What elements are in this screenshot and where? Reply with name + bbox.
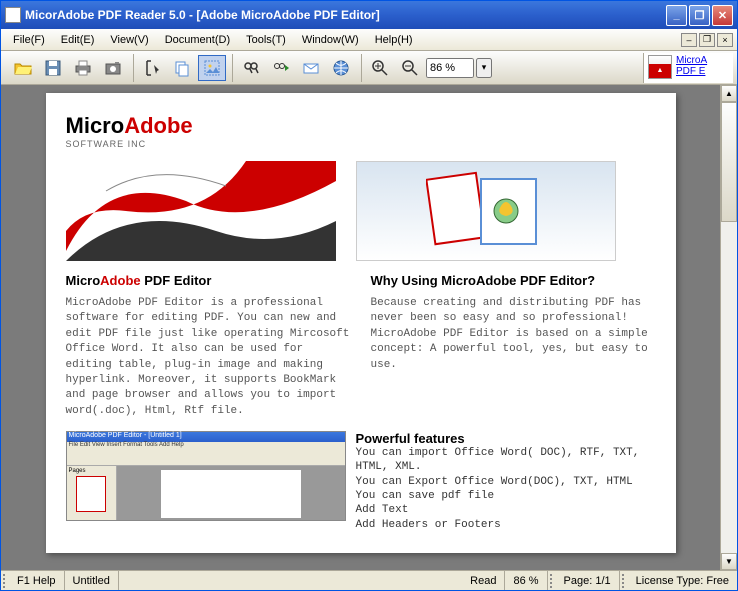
image-select-button[interactable] bbox=[198, 55, 226, 81]
brand-logo: MicroAdobe bbox=[66, 113, 656, 139]
sub-close-button[interactable]: × bbox=[717, 33, 733, 47]
right-column: Why Using MicroAdobe PDF Editor? Because… bbox=[371, 273, 656, 419]
mini-screenshot: MicroAdobe PDF Editor - [Untitled 1] Fil… bbox=[66, 431, 346, 521]
status-grip bbox=[550, 574, 554, 588]
left-column: MicroAdobe PDF Editor MicroAdobe PDF Edi… bbox=[66, 273, 351, 419]
close-button[interactable]: ✕ bbox=[712, 5, 733, 26]
scroll-thumb[interactable] bbox=[721, 102, 737, 222]
content-area: MicroAdobe SOFTWARE INC bbox=[1, 85, 737, 570]
menu-document[interactable]: Document(D) bbox=[157, 32, 238, 48]
web-button[interactable] bbox=[327, 55, 355, 81]
scroll-down-button[interactable]: ▼ bbox=[721, 553, 737, 570]
status-mode: Read bbox=[462, 571, 505, 590]
left-body-text: MicroAdobe PDF Editor is a professional … bbox=[66, 296, 351, 419]
print-button[interactable] bbox=[69, 55, 97, 81]
maximize-button[interactable]: ❐ bbox=[689, 5, 710, 26]
zoom-in-button[interactable] bbox=[366, 55, 394, 81]
menu-help[interactable]: Help(H) bbox=[367, 32, 421, 48]
status-license: License Type: Free bbox=[628, 571, 737, 590]
zoom-dropdown-button[interactable]: ▾ bbox=[476, 58, 492, 78]
right-body-text: Because creating and distributing PDF ha… bbox=[371, 296, 656, 373]
status-document: Untitled bbox=[65, 571, 119, 590]
app-window: MicorAdobe PDF Reader 5.0 - [Adobe Micro… bbox=[0, 0, 738, 591]
hero-graphic-left bbox=[66, 161, 336, 261]
link-pdfe[interactable]: PDF E bbox=[676, 66, 707, 77]
status-help: F1 Help bbox=[9, 571, 65, 590]
sub-minimize-button[interactable]: – bbox=[681, 33, 697, 47]
app-icon bbox=[5, 7, 21, 23]
status-page: Page: 1/1 bbox=[556, 571, 620, 590]
menubar: File(F) Edit(E) View(V) Document(D) Tool… bbox=[1, 29, 737, 51]
pdf-page: MicroAdobe SOFTWARE INC bbox=[46, 93, 676, 553]
document-viewport[interactable]: MicroAdobe SOFTWARE INC bbox=[1, 85, 720, 570]
brand-subtitle: SOFTWARE INC bbox=[66, 139, 656, 149]
open-button[interactable] bbox=[9, 55, 37, 81]
status-grip bbox=[622, 574, 626, 588]
search-toolbar bbox=[232, 54, 359, 82]
mail-button[interactable] bbox=[297, 55, 325, 81]
menu-window[interactable]: Window(W) bbox=[294, 32, 367, 48]
vertical-scrollbar[interactable]: ▲ ▼ bbox=[720, 85, 737, 570]
zoom-input[interactable] bbox=[426, 58, 474, 78]
titlebar[interactable]: MicorAdobe PDF Reader 5.0 - [Adobe Micro… bbox=[1, 1, 737, 29]
file-toolbar bbox=[5, 54, 131, 82]
find-button[interactable] bbox=[237, 55, 265, 81]
select-toolbar bbox=[133, 54, 230, 82]
right-heading: Why Using MicroAdobe PDF Editor? bbox=[371, 273, 656, 288]
scroll-track[interactable] bbox=[721, 102, 737, 553]
zoom-out-button[interactable] bbox=[396, 55, 424, 81]
scroll-up-button[interactable]: ▲ bbox=[721, 85, 737, 102]
copy-button[interactable] bbox=[168, 55, 196, 81]
side-panel: ▲ MicroA PDF E bbox=[643, 53, 733, 83]
menu-tools[interactable]: Tools(T) bbox=[238, 32, 294, 48]
statusbar: F1 Help Untitled Read 86 % Page: 1/1 Lic… bbox=[1, 570, 737, 590]
save-button[interactable] bbox=[39, 55, 67, 81]
menu-edit[interactable]: Edit(E) bbox=[53, 32, 103, 48]
toolbar-row: ▾ ▲ MicroA PDF E bbox=[1, 51, 737, 85]
hero-graphic-right bbox=[356, 161, 616, 261]
sub-restore-button[interactable]: ❐ bbox=[699, 33, 715, 47]
status-grip bbox=[3, 574, 7, 588]
menu-view[interactable]: View(V) bbox=[102, 32, 156, 48]
left-heading: MicroAdobe PDF Editor bbox=[66, 273, 351, 288]
window-title: MicorAdobe PDF Reader 5.0 - [Adobe Micro… bbox=[25, 8, 666, 22]
minimize-button[interactable]: _ bbox=[666, 5, 687, 26]
menu-file[interactable]: File(F) bbox=[5, 32, 53, 48]
features-heading: Powerful features bbox=[356, 431, 656, 446]
zoom-toolbar: ▾ bbox=[361, 54, 496, 82]
pdf-icon: ▲ bbox=[648, 55, 672, 79]
status-zoom: 86 % bbox=[505, 571, 547, 590]
camera-button[interactable] bbox=[99, 55, 127, 81]
features-list: You can import Office Word( DOC), RTF, T… bbox=[356, 446, 656, 532]
status-spacer bbox=[119, 571, 462, 590]
link-microa[interactable]: MicroA bbox=[676, 55, 707, 66]
text-select-button[interactable] bbox=[138, 55, 166, 81]
find-next-button[interactable] bbox=[267, 55, 295, 81]
features-column: Powerful features You can import Office … bbox=[356, 431, 656, 532]
